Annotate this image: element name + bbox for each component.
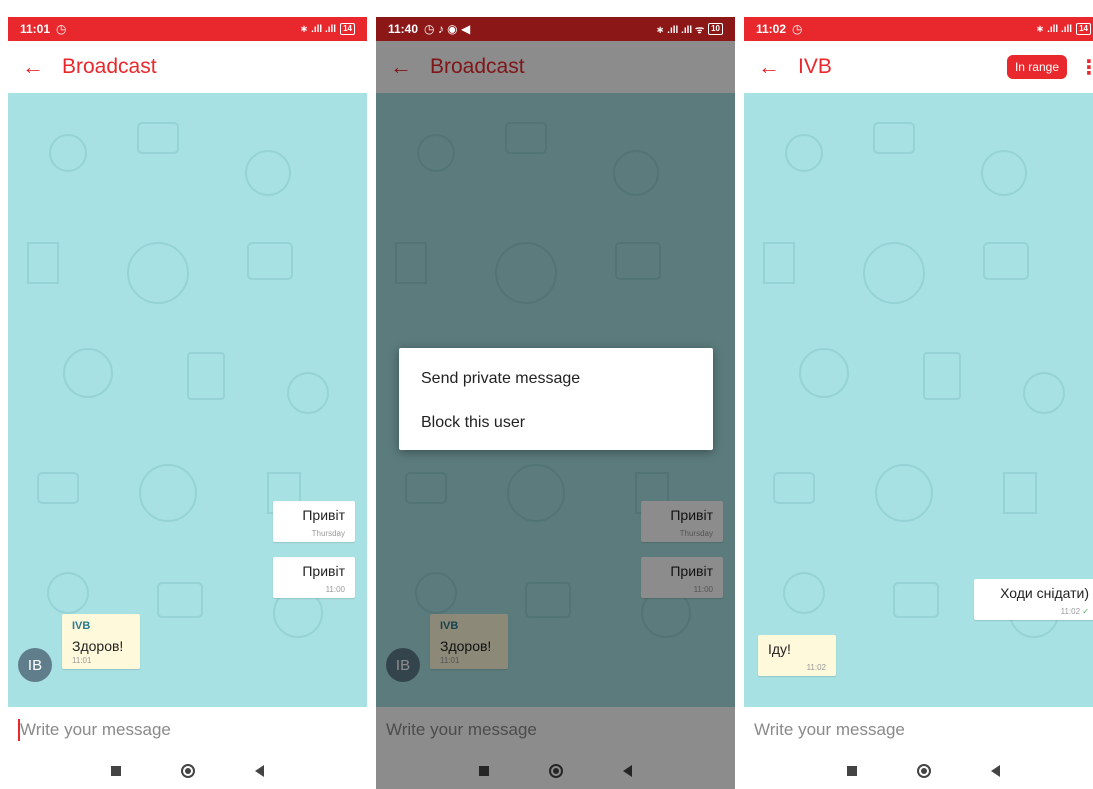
message-input-placeholder: Write your message bbox=[754, 720, 905, 739]
app-bar: ← Broadcast bbox=[8, 41, 367, 93]
back-arrow-icon[interactable]: ← bbox=[22, 54, 62, 80]
status-bar: 11:40 ◷ ♪ ◉ ◀ ∗ .ıll .ıll ᯤ 10 bbox=[376, 17, 735, 41]
message-sender[interactable]: IVB bbox=[72, 620, 130, 632]
delivered-check-icon: ✓ bbox=[1082, 607, 1089, 616]
message-text: Іду! bbox=[768, 641, 791, 657]
chat-area[interactable]: Ходи снідати) 11:02 ✓ Іду! 11:02 bbox=[744, 93, 1093, 707]
message-time: 11:02 bbox=[1060, 607, 1081, 616]
page-title: Broadcast bbox=[62, 55, 157, 78]
system-nav-bar bbox=[744, 753, 1093, 789]
status-time: 11:40 bbox=[388, 22, 419, 36]
incoming-message-bubble[interactable]: IVB Здоров! 11:01 bbox=[62, 614, 140, 669]
user-options-dialog: Send private message Block this user bbox=[399, 348, 713, 450]
battery-icon: 14 bbox=[340, 23, 355, 35]
message-input[interactable]: Write your message bbox=[744, 707, 1093, 753]
message-time: Thursday bbox=[311, 529, 345, 538]
block-user-option[interactable]: Block this user bbox=[399, 412, 713, 456]
outgoing-message-bubble[interactable]: Привіт 11:00 bbox=[273, 557, 355, 598]
battery-icon: 14 bbox=[1076, 23, 1091, 35]
back-arrow-icon[interactable]: ← bbox=[758, 54, 798, 80]
status-time: 11:01 bbox=[20, 22, 51, 36]
message-time: 11:01 bbox=[72, 656, 92, 665]
message-text: Привіт bbox=[302, 563, 345, 579]
message-input-placeholder: Write your message bbox=[20, 720, 171, 739]
status-bar: 11:02 ◷ ∗ .ıll .ıll 14 bbox=[744, 17, 1093, 41]
system-back-icon[interactable] bbox=[255, 765, 264, 777]
outgoing-message-bubble[interactable]: Привіт Thursday bbox=[273, 501, 355, 542]
phone-screen-broadcast-menu: 11:40 ◷ ♪ ◉ ◀ ∗ .ıll .ıll ᯤ 10 ← Broadca… bbox=[376, 17, 735, 789]
signal-icon: ∗ .ıll .ıll bbox=[299, 23, 337, 35]
message-time: 11:00 bbox=[325, 585, 345, 594]
app-bar: ← IVB In range ⋮ bbox=[744, 41, 1093, 93]
alarm-icon: ◷ bbox=[56, 22, 67, 36]
incoming-message-bubble[interactable]: Іду! 11:02 bbox=[758, 635, 836, 676]
home-icon[interactable] bbox=[181, 764, 195, 778]
alarm-icon: ◷ bbox=[792, 22, 803, 36]
avatar[interactable]: IB bbox=[18, 648, 52, 682]
battery-icon: 10 bbox=[708, 23, 723, 35]
phone-screen-private-chat: 11:02 ◷ ∗ .ıll .ıll 14 ← IVB In range ⋮ … bbox=[744, 17, 1093, 789]
outgoing-message-bubble[interactable]: Ходи снідати) 11:02 ✓ bbox=[974, 579, 1093, 620]
more-vert-icon[interactable]: ⋮ bbox=[1079, 55, 1093, 80]
in-range-badge: In range bbox=[1006, 55, 1067, 79]
chat-area[interactable]: Привіт Thursday Привіт 11:00 IB IVB Здор… bbox=[8, 93, 367, 707]
system-back-icon[interactable] bbox=[991, 765, 1000, 777]
message-time: 11:02 bbox=[806, 663, 826, 672]
signal-icon: ∗ .ıll .ıll bbox=[1035, 23, 1073, 35]
message-text: Ходи снідати) bbox=[1000, 585, 1089, 601]
system-nav-bar bbox=[8, 753, 367, 789]
recents-icon[interactable] bbox=[847, 766, 857, 776]
status-time: 11:02 bbox=[756, 22, 787, 36]
message-text: Привіт bbox=[302, 507, 345, 523]
message-input[interactable]: Write your message bbox=[8, 707, 367, 753]
phone-screen-broadcast: 11:01 ◷ ∗ .ıll .ıll 14 ← Broadcast Приві… bbox=[8, 17, 367, 789]
page-title: IVB bbox=[798, 55, 832, 78]
home-icon[interactable] bbox=[917, 764, 931, 778]
message-text: Здоров! bbox=[72, 638, 124, 654]
status-bar: 11:01 ◷ ∗ .ıll .ıll 14 bbox=[8, 17, 367, 41]
recents-icon[interactable] bbox=[111, 766, 121, 776]
notification-icons: ◷ ♪ ◉ ◀ bbox=[424, 22, 471, 36]
signal-icon: ∗ .ıll .ıll ᯤ bbox=[656, 25, 705, 36]
send-private-message-option[interactable]: Send private message bbox=[399, 368, 713, 412]
